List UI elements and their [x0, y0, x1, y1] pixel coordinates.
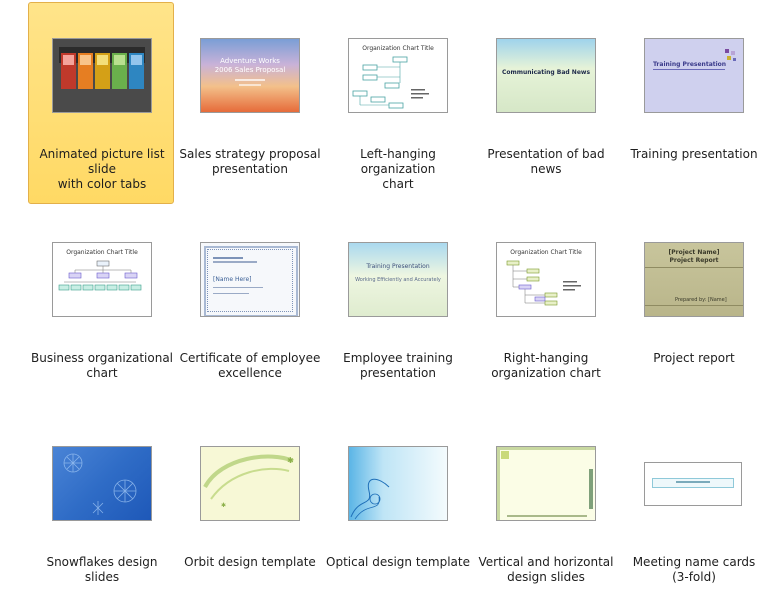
template-label: Training presentation	[630, 147, 758, 161]
orbit-graphic: ✱ ✱	[203, 454, 294, 509]
template-thumbnail: Adventure Works 2006 Sales Proposal	[200, 38, 300, 113]
template-left-hanging-org-chart[interactable]: Organization Chart Title Left-hanging or…	[324, 2, 470, 204]
template-employee-certificate[interactable]: [Name Here] Certificate of employee exce…	[176, 206, 322, 408]
template-thumbnail: ✱ ✱	[200, 446, 300, 521]
template-sales-strategy-proposal[interactable]: Adventure Works 2006 Sales Proposal Sale…	[176, 2, 322, 204]
template-business-org-chart[interactable]: Organization Chart Title Business organi…	[28, 206, 174, 408]
template-optical-design[interactable]: Optical design template	[324, 410, 470, 612]
template-bad-news[interactable]: Communicating Bad News Presentation of b…	[472, 2, 618, 204]
template-label: Sales strategy proposal presentation	[179, 147, 321, 176]
template-thumbnail	[496, 446, 596, 521]
template-training-presentation[interactable]: Training Presentation Training presentat…	[620, 2, 766, 204]
template-meeting-name-cards[interactable]: Meeting name cards (3-fold)	[620, 410, 766, 612]
optical-swirl	[350, 478, 390, 520]
template-label: Business organizational chart	[30, 351, 174, 380]
template-animated-picture-list[interactable]: Animated picture list slide with color t…	[28, 2, 174, 204]
svg-text:✱: ✱	[221, 502, 226, 509]
template-label: Employee training presentation	[343, 351, 453, 380]
template-gallery: Animated picture list slide with color t…	[0, 0, 780, 591]
template-label: Meeting name cards (3-fold)	[632, 555, 756, 584]
snowflake-pattern	[63, 453, 137, 515]
template-project-report[interactable]: [Project Name] Project Report Prepared b…	[620, 206, 766, 408]
template-label: Snowflakes design slides	[46, 555, 158, 584]
template-orbit-design[interactable]: ✱ ✱ Orbit design template	[176, 410, 322, 612]
template-employee-training[interactable]: Training Presentation Working Efficientl…	[324, 206, 470, 408]
template-label: Animated picture list slide with color t…	[39, 147, 165, 191]
template-label: Orbit design template	[184, 555, 316, 569]
template-thumbnail: Organization Chart Title	[52, 242, 152, 317]
template-snowflakes-design[interactable]: Snowflakes design slides	[28, 410, 174, 612]
template-label: Project report	[653, 351, 735, 365]
template-label: Vertical and horizontal design slides	[478, 555, 614, 584]
template-thumbnail: Organization Chart Title	[348, 38, 448, 113]
template-vertical-horizontal-design[interactable]: Vertical and horizontal design slides	[472, 410, 618, 612]
template-thumbnail	[52, 446, 152, 521]
template-thumbnail	[52, 38, 152, 113]
template-thumbnail: Communicating Bad News	[496, 38, 596, 113]
template-label: Certificate of employee excellence	[179, 351, 321, 380]
template-thumbnail	[644, 446, 744, 521]
svg-text:✱: ✱	[287, 456, 294, 465]
template-thumbnail: Organization Chart Title	[496, 242, 596, 317]
org-chart-diagram	[352, 56, 429, 109]
org-chart-diagram	[58, 260, 142, 291]
template-label: Left-hanging organization chart	[360, 147, 436, 191]
template-thumbnail: [Project Name] Project Report Prepared b…	[644, 242, 744, 317]
template-thumbnail: Training Presentation Working Efficientl…	[348, 242, 448, 317]
template-thumbnail: [Name Here]	[200, 242, 300, 317]
template-thumbnail: Training Presentation	[644, 38, 744, 113]
org-chart-diagram	[506, 260, 581, 306]
template-label: Optical design template	[326, 555, 470, 569]
template-right-hanging-org-chart[interactable]: Organization Chart Title Right-hanging o…	[472, 206, 618, 408]
template-label: Right-hanging organization chart	[491, 351, 601, 380]
template-label: Presentation of bad news	[487, 147, 605, 176]
template-thumbnail	[348, 446, 448, 521]
